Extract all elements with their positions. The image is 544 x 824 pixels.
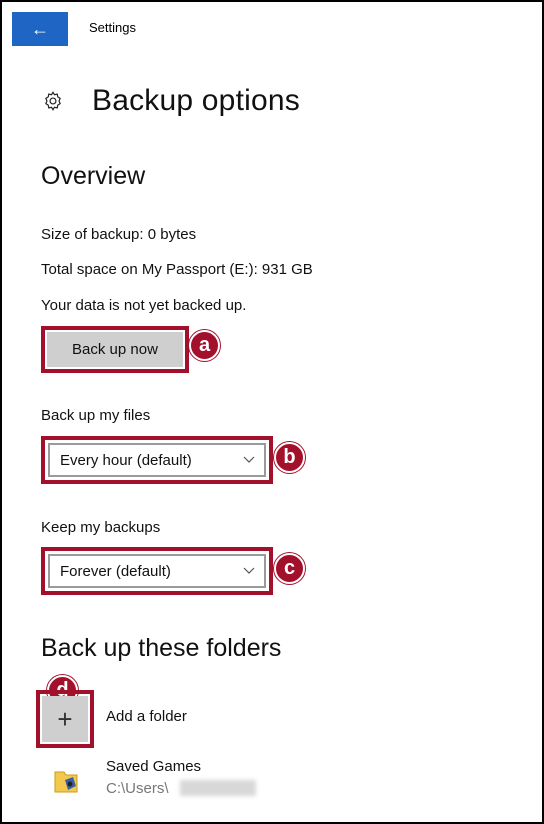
redacted-username [180,780,256,796]
backup-frequency-value: Every hour (default) [60,451,192,469]
backup-size-text: Size of backup: 0 bytes [41,226,197,243]
folder-name: Saved Games [106,758,202,775]
saved-games-folder-icon [54,771,78,793]
back-arrow-icon: ← [31,18,49,39]
add-folder-label[interactable]: Add a folder [106,708,187,725]
keep-backups-value: Forever (default) [60,562,171,580]
callout-box-d: + [36,690,94,748]
gear-icon [45,91,61,111]
backup-frequency-dropdown[interactable]: Every hour (default) [48,443,266,477]
overview-heading: Overview [41,162,146,190]
page-header: Backup options [42,84,300,118]
plus-icon: + [57,703,73,734]
keep-backups-dropdown[interactable]: Forever (default) [48,554,266,588]
backup-status-text: Your data is not yet backed up. [41,297,247,314]
backup-frequency-label: Back up my files [41,407,151,424]
keep-backups-label: Keep my backups [41,519,161,536]
back-up-now-button[interactable]: Back up now [47,332,183,367]
settings-window: ← Settings Backup options Overview Size … [0,0,544,824]
folders-heading: Back up these folders [41,634,282,662]
back-button[interactable]: ← [12,12,68,46]
chevron-down-icon [243,456,255,463]
chevron-down-icon [243,567,255,574]
callout-box-a: Back up now [41,326,189,373]
callout-box-c: Forever (default) [41,547,273,595]
callout-badge-b: b [274,442,305,473]
folder-path: C:\Users\ [106,780,169,797]
title-bar: ← Settings [2,2,542,48]
page-title: Backup options [92,84,300,117]
callout-badge-c: c [274,553,305,584]
folder-list-item[interactable]: Saved Games C:\Users\ [48,758,348,814]
callout-box-b: Every hour (default) [41,436,273,484]
window-title: Settings [89,20,136,35]
total-space-text: Total space on My Passport (E:): 931 GB [41,261,313,278]
add-folder-button[interactable]: + [42,696,88,742]
callout-badge-a: a [189,330,220,361]
